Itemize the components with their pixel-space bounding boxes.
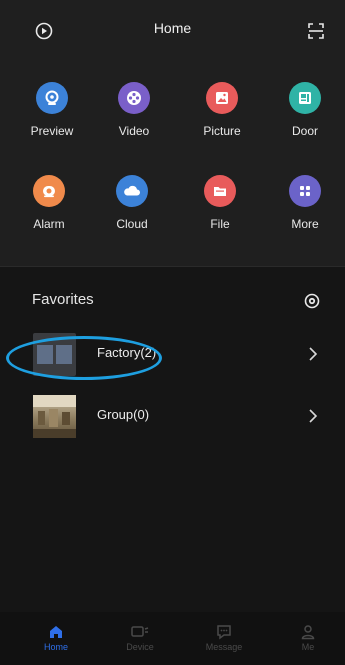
tab-home-label: Home bbox=[43, 642, 68, 652]
favorite-item-group[interactable]: Group(0) bbox=[0, 390, 345, 442]
bottom-tab-bar: Home Device Message Me bbox=[0, 612, 345, 665]
preview-button[interactable]: Preview bbox=[17, 82, 87, 138]
preview-label: Preview bbox=[30, 124, 74, 138]
picture-icon bbox=[206, 82, 238, 114]
message-icon bbox=[217, 625, 231, 640]
video-button[interactable]: Video bbox=[99, 82, 169, 138]
tab-device-label: Device bbox=[126, 642, 154, 652]
door-icon bbox=[289, 82, 321, 114]
quick-actions-panel: Preview Video Picture Door Alarm Cloud F… bbox=[0, 62, 345, 266]
cloud-label: Cloud bbox=[116, 217, 148, 231]
cloud-button[interactable]: Cloud bbox=[97, 175, 167, 231]
grid-icon bbox=[289, 175, 321, 207]
settings-icon[interactable] bbox=[303, 292, 321, 310]
group-thumbnail bbox=[33, 395, 76, 438]
section-divider bbox=[0, 266, 345, 267]
picture-button[interactable]: Picture bbox=[187, 82, 257, 138]
door-button[interactable]: Door bbox=[270, 82, 340, 138]
tab-me-label: Me bbox=[301, 642, 315, 652]
favorite-name: Group(0) bbox=[97, 407, 150, 422]
film-reel-icon bbox=[118, 82, 150, 114]
more-label: More bbox=[291, 217, 319, 231]
person-icon bbox=[301, 625, 315, 640]
picture-label: Picture bbox=[203, 124, 241, 138]
page-title: Home bbox=[153, 20, 192, 36]
door-label: Door bbox=[291, 124, 318, 138]
chevron-right-icon bbox=[307, 346, 319, 362]
more-button[interactable]: More bbox=[270, 175, 340, 231]
alarm-label: Alarm bbox=[33, 217, 65, 231]
folder-icon bbox=[204, 175, 236, 207]
tab-device[interactable]: Device bbox=[110, 612, 170, 665]
home-icon bbox=[50, 626, 62, 638]
tab-message-label: Message bbox=[205, 642, 243, 652]
camera-icon bbox=[36, 82, 68, 114]
file-button[interactable]: File bbox=[185, 175, 255, 231]
tab-me[interactable]: Me bbox=[278, 612, 338, 665]
top-bar: Home bbox=[0, 0, 345, 62]
alarm-icon bbox=[33, 175, 65, 207]
tab-message[interactable]: Message bbox=[194, 612, 254, 665]
chevron-right-icon bbox=[307, 408, 319, 424]
highlight-ring bbox=[6, 336, 162, 380]
device-icon bbox=[131, 626, 149, 637]
video-label: Video bbox=[118, 124, 150, 138]
alarm-button[interactable]: Alarm bbox=[14, 175, 84, 231]
cloud-icon bbox=[116, 175, 148, 207]
file-label: File bbox=[210, 217, 230, 231]
favorites-title: Favorites bbox=[32, 291, 94, 308]
tab-home[interactable]: Home bbox=[26, 612, 86, 665]
scan-icon[interactable] bbox=[306, 21, 326, 41]
